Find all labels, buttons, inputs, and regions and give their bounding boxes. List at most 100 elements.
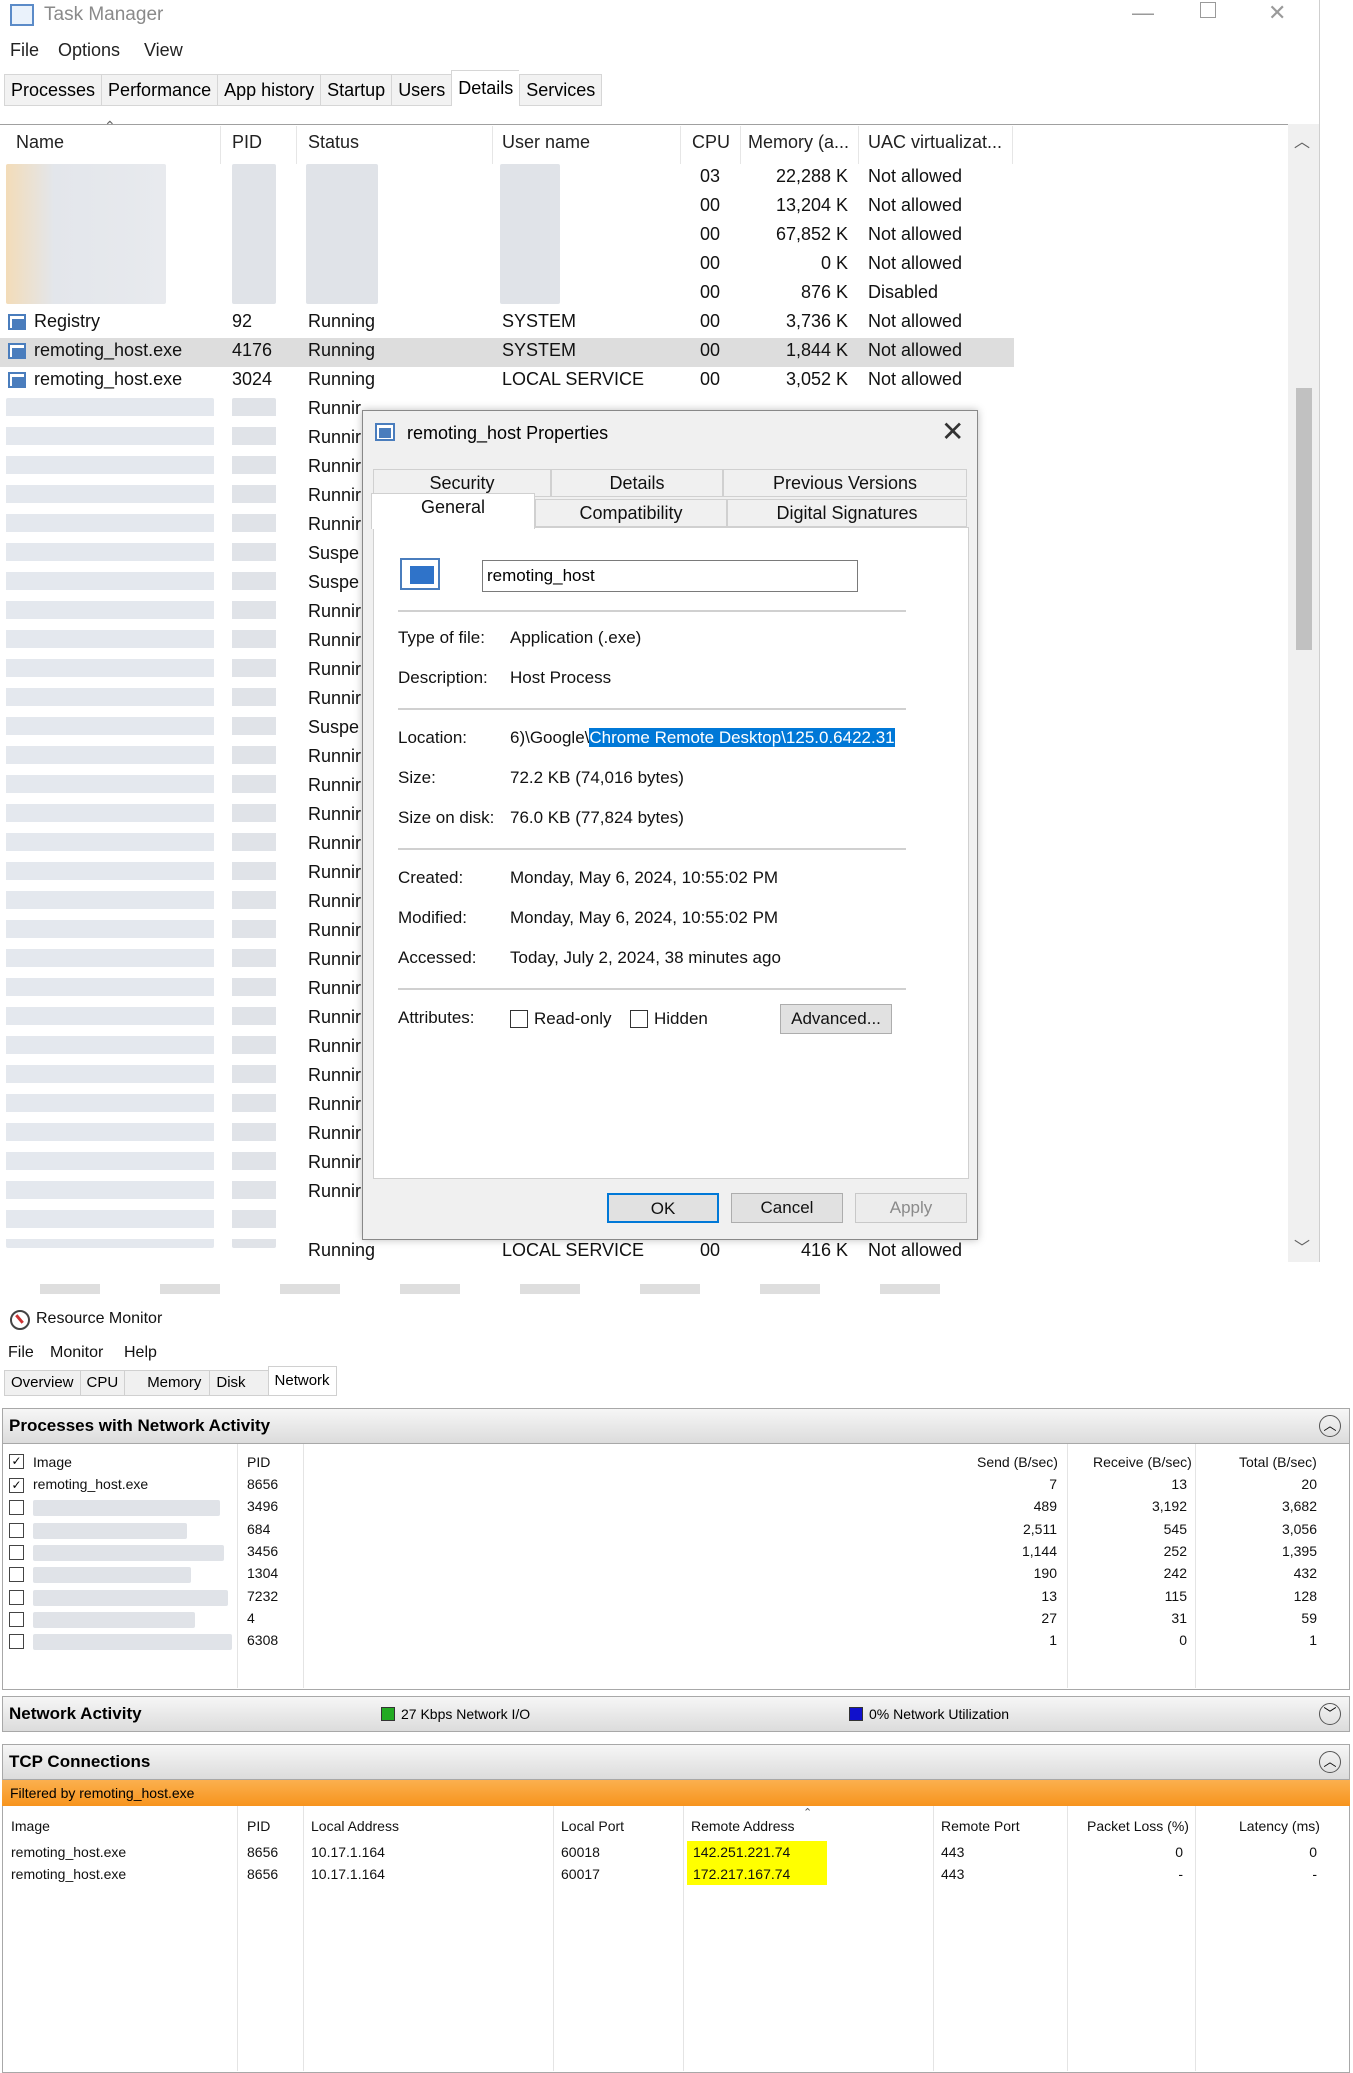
ok-button[interactable]: OK	[607, 1193, 719, 1223]
tcp-col-local-port[interactable]: Local Port	[561, 1818, 624, 1834]
rm-menu-file[interactable]: File	[8, 1344, 34, 1362]
blurred-names	[6, 398, 214, 1248]
rm-tab-memory[interactable]: Memory	[124, 1370, 210, 1396]
tab-users[interactable]: Users	[391, 74, 452, 106]
row-status: Suspe	[308, 717, 360, 737]
location-value[interactable]: 6)\Google\Chrome Remote Desktop\125.0.64…	[510, 728, 895, 748]
row-status: Running	[308, 340, 376, 360]
tab-app-history[interactable]: App history	[217, 74, 321, 106]
scroll-up-icon[interactable]: ︿	[1294, 128, 1310, 152]
tab-digital-signatures[interactable]: Digital Signatures	[727, 499, 967, 527]
processes-section-header[interactable]: Processes with Network Activity ︿	[2, 1408, 1350, 1444]
rm-tab-overview[interactable]: Overview	[4, 1370, 80, 1396]
scroll-down-icon[interactable]: ﹀	[1294, 1234, 1310, 1258]
process-checkbox[interactable]	[9, 1611, 24, 1627]
network-activity-header[interactable]: Network Activity 27 Kbps Network I/O 0% …	[2, 1696, 1350, 1732]
close-icon[interactable]: ✕	[1268, 0, 1286, 26]
row-user: SYSTEM	[502, 340, 577, 360]
tab-services[interactable]: Services	[519, 74, 603, 106]
menu-file[interactable]: File	[10, 40, 39, 61]
maximize-icon[interactable]	[1200, 2, 1216, 18]
col-status[interactable]: Status	[308, 132, 359, 153]
col-send[interactable]: Send (B/sec)	[977, 1454, 1058, 1470]
expand-icon[interactable]: ﹀	[1319, 1703, 1341, 1725]
tab-processes[interactable]: Processes	[4, 74, 102, 106]
process-checkbox[interactable]: ✓	[9, 1478, 24, 1493]
process-checkbox[interactable]	[9, 1522, 24, 1538]
collapse-icon[interactable]: ︿	[1319, 1751, 1341, 1773]
row-name[interactable]: Registry	[34, 311, 100, 332]
tcp-col-packet-loss[interactable]: Packet Loss (%)	[1087, 1818, 1189, 1834]
window-title: Task Manager	[44, 4, 164, 25]
tab-startup[interactable]: Startup	[320, 74, 392, 106]
process-checkbox[interactable]	[9, 1589, 24, 1605]
rm-menu-help[interactable]: Help	[124, 1344, 157, 1362]
col-divider	[296, 126, 297, 164]
col-receive[interactable]: Receive (B/sec)	[1093, 1454, 1192, 1470]
location-prefix: 6)\Google\	[510, 728, 590, 747]
tab-details[interactable]: Details	[551, 469, 723, 497]
tab-details[interactable]: Details	[451, 70, 520, 106]
file-name-input[interactable]: remoting_host	[482, 560, 858, 592]
select-all-checkbox[interactable]: ✓	[9, 1454, 24, 1469]
process-checkbox[interactable]	[9, 1500, 24, 1516]
tab-performance[interactable]: Performance	[101, 74, 218, 106]
col-image[interactable]: Image	[33, 1454, 72, 1470]
process-total: 59	[1301, 1609, 1317, 1626]
tab-previous-versions[interactable]: Previous Versions	[723, 469, 967, 497]
minimize-icon[interactable]: —	[1132, 0, 1154, 26]
col-memory[interactable]: Memory (a...	[748, 132, 849, 153]
col-user-name[interactable]: User name	[502, 132, 590, 153]
cancel-button[interactable]: Cancel	[731, 1193, 843, 1223]
tcp-connections-header[interactable]: TCP Connections ︿	[2, 1744, 1350, 1780]
row-name[interactable]: remoting_host.exe	[34, 340, 182, 361]
rm-tab-network[interactable]: Network	[267, 1366, 337, 1396]
advanced-button[interactable]: Advanced...	[780, 1004, 892, 1034]
collapse-icon[interactable]: ︿	[1319, 1415, 1341, 1437]
modified-value: Monday, May 6, 2024, 10:55:02 PM	[510, 908, 779, 927]
readonly-checkbox[interactable]	[510, 1010, 528, 1028]
col-pid[interactable]: PID	[232, 132, 262, 153]
process-checkbox[interactable]	[9, 1544, 24, 1560]
separator	[398, 848, 906, 850]
process-total: 3,056	[1281, 1520, 1317, 1537]
vertical-scrollbar[interactable]: ︿ ﹀	[1288, 124, 1319, 1262]
col-pid[interactable]: PID	[247, 1454, 270, 1470]
tab-compatibility[interactable]: Compatibility	[535, 499, 727, 527]
menu-options[interactable]: Options	[58, 40, 120, 61]
process-pid: 684	[247, 1520, 271, 1537]
tcp-col-local-address[interactable]: Local Address	[311, 1818, 399, 1834]
apply-button[interactable]: Apply	[855, 1193, 967, 1223]
row-cpu: 03	[700, 166, 721, 186]
size-label: Size:	[398, 768, 436, 787]
row-status: Runnir	[308, 1181, 362, 1201]
tcp-image: remoting_host.exe	[11, 1866, 127, 1882]
rm-menu-monitor[interactable]: Monitor	[50, 1344, 103, 1362]
tcp-col-latency[interactable]: Latency (ms)	[1239, 1818, 1320, 1834]
tcp-col-pid[interactable]: PID	[247, 1818, 270, 1834]
col-uac[interactable]: UAC virtualizat...	[868, 132, 1002, 153]
tcp-remote-port: 443	[941, 1844, 965, 1860]
process-checkbox[interactable]	[9, 1567, 24, 1583]
process-send: 1	[1049, 1632, 1057, 1649]
dialog-close-icon[interactable]: ✕	[941, 415, 964, 448]
col-cpu[interactable]: CPU	[692, 132, 730, 153]
hidden-checkbox[interactable]	[630, 1010, 648, 1028]
process-checkbox[interactable]	[9, 1634, 24, 1650]
row-name[interactable]: remoting_host.exe	[34, 369, 182, 390]
scrollbar-thumb[interactable]	[1296, 388, 1312, 650]
row-status: Runnir	[308, 688, 362, 708]
col-total[interactable]: Total (B/sec)	[1239, 1454, 1317, 1470]
network-util-label: 0% Network Utilization	[869, 1706, 1010, 1722]
rm-tab-cpu[interactable]: CPU	[79, 1370, 125, 1396]
menu-view[interactable]: View	[144, 40, 183, 61]
tcp-table: Image PID Local Address Local Port Remot…	[2, 1806, 1350, 2073]
col-name[interactable]: Name	[16, 132, 64, 153]
process-pid: 6308	[247, 1632, 279, 1649]
tcp-col-remote-address[interactable]: Remote Address	[691, 1818, 795, 1834]
rm-tab-disk[interactable]: Disk	[209, 1370, 268, 1396]
tcp-col-image[interactable]: Image	[11, 1818, 50, 1834]
tab-general[interactable]: General	[371, 493, 535, 529]
tcp-col-remote-port[interactable]: Remote Port	[941, 1818, 1020, 1834]
row-memory: 3,052 K	[785, 369, 848, 389]
